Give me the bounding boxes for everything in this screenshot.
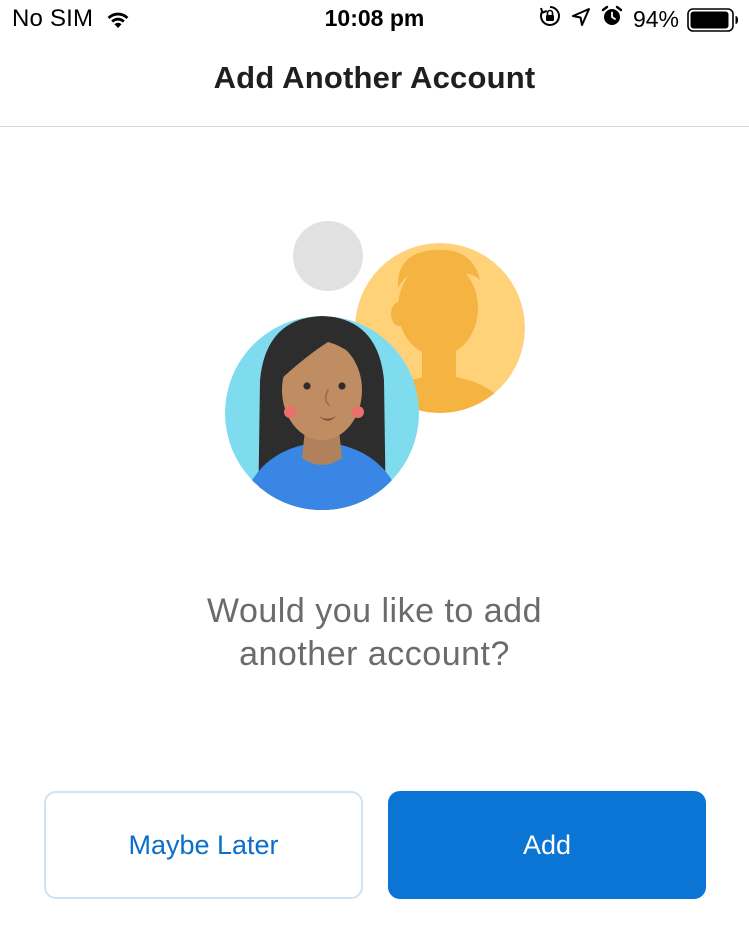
add-account-screen: No SIM 10:08 pm 94% Add Another Account … (0, 0, 749, 925)
maybe-later-label: Maybe Later (128, 829, 279, 860)
prompt-line-1: Would you like to add (207, 592, 542, 630)
alarm-clock-icon (601, 5, 623, 34)
add-account-prompt: Would you like to add another account? (0, 590, 749, 676)
battery-icon (687, 7, 739, 32)
orientation-lock-icon (539, 5, 561, 34)
location-arrow-icon (571, 6, 591, 34)
placeholder-circle (293, 221, 363, 291)
navigation-bar: Add Another Account (0, 40, 749, 127)
battery-percent: 94% (632, 6, 679, 32)
accounts-illustration (210, 210, 540, 520)
add-button[interactable]: Add (388, 791, 706, 899)
page-title: Add Another Account (213, 60, 536, 95)
status-bar: No SIM 10:08 pm 94% (0, 0, 749, 40)
prompt-line-2: another account? (239, 635, 510, 673)
woman-avatar (225, 316, 419, 510)
add-label: Add (522, 829, 572, 860)
status-right-group: 94% (539, 5, 739, 34)
maybe-later-button[interactable]: Maybe Later (44, 791, 363, 899)
